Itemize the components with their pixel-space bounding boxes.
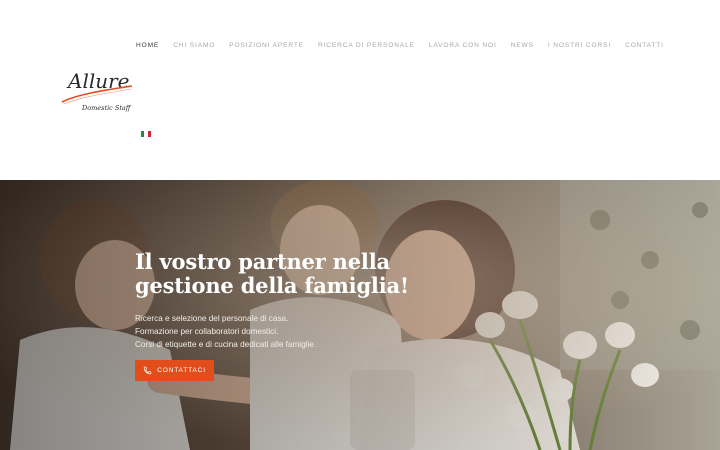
nav-item-chi-siamo[interactable]: CHI SIAMO: [173, 42, 215, 49]
allure-logo-image: Allure Domestic Staff: [61, 69, 133, 112]
nav-item-lavora-con-noi[interactable]: LAVORA CON NOI: [429, 42, 497, 49]
contact-button[interactable]: CONTATTACI: [135, 360, 214, 381]
hero-line-recruitment: Ricerca e selezione del personale di cas…: [135, 314, 289, 323]
nav-item-contatti[interactable]: CONTATTI: [625, 42, 664, 49]
nav-item-i-nostri-corsi[interactable]: I NOSTRI CORSI: [548, 42, 611, 49]
nav-item-home[interactable]: HOME: [136, 42, 159, 49]
italy-flag-icon[interactable]: [141, 131, 151, 137]
hero-title-line-2: gestione della famiglia!: [135, 273, 409, 299]
site-logo[interactable]: Allure Domestic Staff: [58, 64, 136, 116]
phone-icon: [143, 366, 152, 375]
hero-title-line-1: Il vostro partner nella: [135, 249, 390, 274]
nav-item-posizioni-aperte[interactable]: POSIZIONI APERTE: [229, 42, 304, 49]
uk-flag-icon[interactable]: [157, 131, 167, 137]
nav-item-news[interactable]: NEWS: [511, 42, 534, 49]
hero-description: Ricerca e selezione del personale di cas…: [135, 312, 395, 351]
nav-item-ricerca-di-personale[interactable]: RICERCA DI PERSONALE: [318, 42, 415, 49]
logo-tagline: Domestic Staff: [81, 104, 132, 112]
logo-name: Allure: [66, 69, 130, 93]
hero-title: Il vostro partner nella gestione della f…: [135, 249, 435, 299]
main-navigation: HOME CHI SIAMO POSIZIONI APERTE RICERCA …: [136, 40, 663, 50]
hero-line-courses: Corsi di etiquette e di cucina dedicati …: [135, 340, 317, 349]
contact-button-label: CONTATTACI: [157, 367, 206, 374]
language-switcher: [141, 131, 167, 137]
hero-line-training: Formazione per collaboratori domestici.: [135, 327, 279, 336]
